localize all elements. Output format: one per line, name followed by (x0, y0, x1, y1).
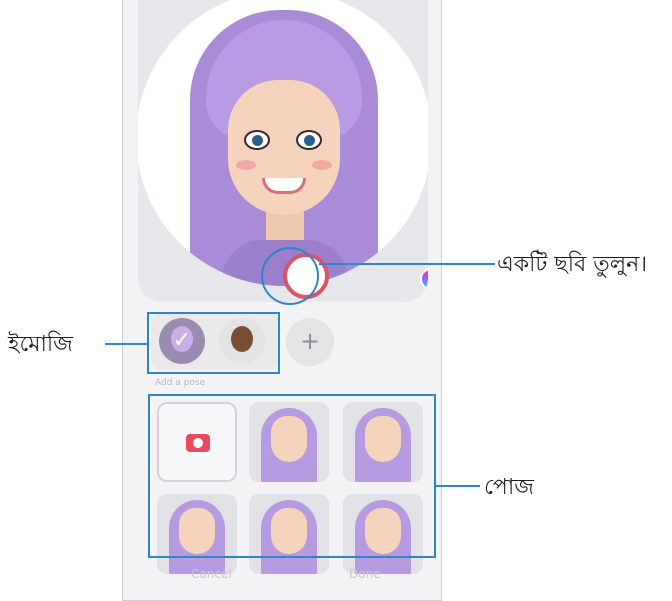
section-label: Add a pose (155, 378, 206, 388)
poses-callout-label: পোজ (484, 475, 534, 500)
avatar-cheek (312, 160, 332, 170)
done-button[interactable]: Done (349, 567, 381, 581)
avatar-face (228, 80, 340, 215)
poses-highlight (148, 394, 436, 558)
capture-highlight (261, 247, 319, 305)
cancel-button[interactable]: Cancel (191, 567, 232, 581)
poses-callout-line (436, 485, 480, 487)
color-palette-button[interactable] (420, 268, 428, 290)
capture-callout-line (319, 263, 495, 265)
capture-callout-label: একটি ছবি তুলুন। (497, 252, 648, 277)
avatar-right-eye (296, 130, 322, 150)
avatar-mouth (262, 178, 306, 194)
emoji-callout-line (105, 343, 147, 345)
add-emoji-button[interactable]: + (286, 318, 334, 366)
emoji-callout-label: ইমোজি (8, 332, 73, 357)
avatar-preview (138, 0, 428, 286)
avatar-cheek (236, 160, 256, 170)
avatar-left-eye (244, 130, 270, 150)
emoji-highlight (147, 312, 280, 374)
